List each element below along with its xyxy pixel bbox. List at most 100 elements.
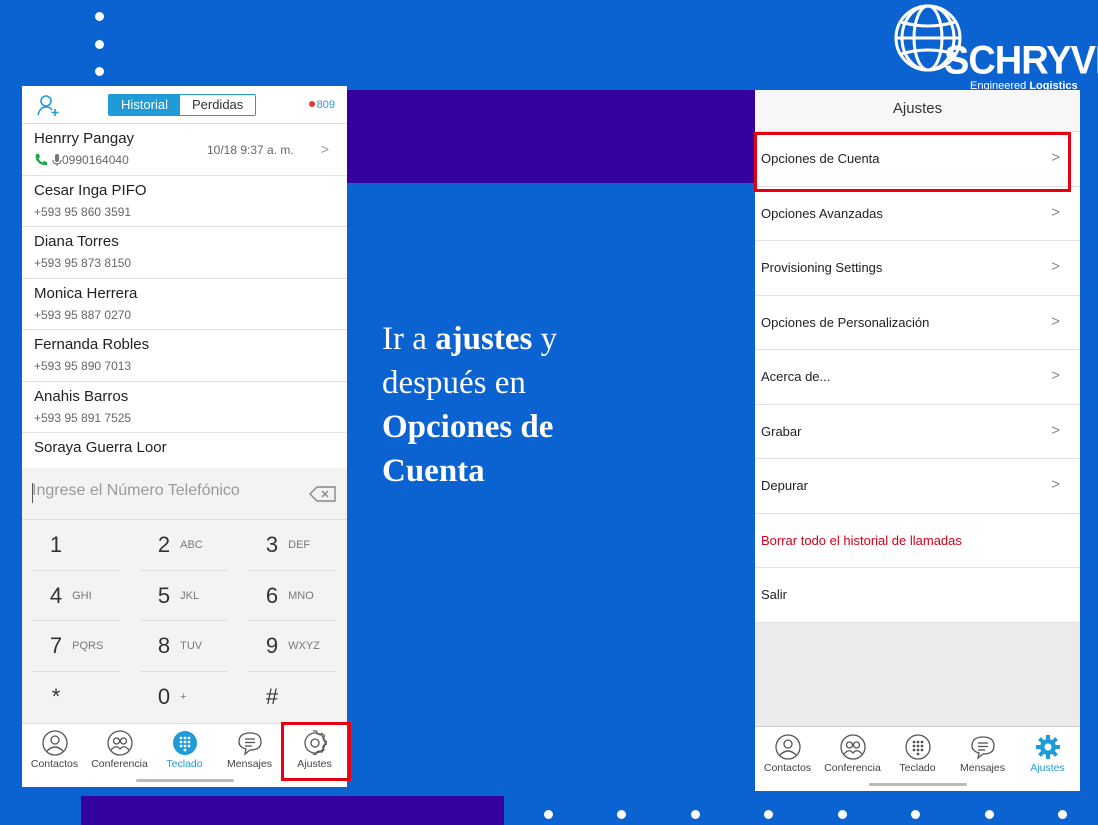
key-0[interactable]: 0 + <box>130 672 238 723</box>
decor-dot <box>764 810 773 819</box>
settings-item-acerca-de[interactable]: Acerca de... > <box>755 350 1080 405</box>
decor-dot <box>95 67 104 76</box>
call-time: 10/18 9:37 a. m. <box>207 143 294 157</box>
settings-item-personalizacion[interactable]: Opciones de Personalización > <box>755 296 1080 350</box>
settings-title: Ajustes <box>755 90 1080 132</box>
tab-mensajes[interactable]: Mensajes <box>950 727 1015 791</box>
call-history-list: Henrry Pangay 0990164040 10/18 9:37 a. m… <box>22 124 347 485</box>
call-row[interactable]: Diana Torres +593 95 873 8150 <box>22 227 347 279</box>
caller-number: +593 95 890 7013 <box>34 359 132 373</box>
key-9[interactable]: 9 WXYZ <box>238 621 346 672</box>
tab-contactos[interactable]: Contactos <box>755 727 820 791</box>
decor-dot <box>838 810 847 819</box>
chevron-right-icon: > <box>1051 476 1060 493</box>
caller-number: +593 95 873 8150 <box>34 256 132 270</box>
tab-teclado[interactable]: Teclado <box>885 727 950 791</box>
caller-name: Soraya Guerra Loor <box>34 439 167 456</box>
key-7[interactable]: 7 PQRS <box>22 621 130 672</box>
settings-item-provisioning[interactable]: Provisioning Settings > <box>755 241 1080 296</box>
key-star[interactable]: * <box>22 672 130 723</box>
chevron-right-icon: > <box>1051 421 1060 439</box>
decor-dot <box>985 810 994 819</box>
chevron-right-icon: > <box>1051 312 1060 330</box>
conference-icon <box>839 734 866 760</box>
contacts-icon <box>41 730 68 756</box>
backspace-icon[interactable] <box>309 485 337 503</box>
history-segment-control: Historial Perdidas <box>108 94 257 116</box>
caller-number: +593 95 891 7525 <box>34 410 132 425</box>
call-row[interactable]: Cesar Inga PIFO +593 95 860 3591 <box>22 176 347 227</box>
caller-name: Anahis Barros <box>34 387 129 405</box>
settings-item-depurar[interactable]: Depurar > <box>755 459 1080 514</box>
tab-ajustes[interactable]: Ajustes <box>1015 727 1080 791</box>
caller-name: Cesar Inga PIFO <box>34 181 147 199</box>
chevron-right-icon: > <box>1051 203 1060 221</box>
gear-icon <box>1035 735 1060 759</box>
settings-list: Opciones de Cuenta > Opciones Avanzadas > … <box>755 132 1080 623</box>
highlight-ajustes-tab <box>281 722 351 781</box>
tab-teclado[interactable]: Teclado <box>152 724 217 787</box>
highlight-opciones-de-cuenta <box>754 132 1071 192</box>
decor-dot <box>1058 810 1067 819</box>
settings-item-opciones-avanzadas[interactable]: Opciones Avanzadas > <box>755 187 1080 241</box>
microphone-icon <box>52 154 62 166</box>
call-row[interactable]: Anahis Barros +593 95 891 7525 <box>22 382 347 433</box>
decor-dot <box>691 810 700 819</box>
logout-button[interactable]: Salir <box>755 568 1080 623</box>
number-input-area <box>22 468 347 520</box>
messages-icon <box>970 736 995 760</box>
add-contact-icon[interactable] <box>36 93 60 117</box>
key-2[interactable]: 2 ABC <box>130 520 238 571</box>
home-indicator <box>868 783 967 786</box>
home-indicator <box>135 779 234 782</box>
purple-band-top <box>347 90 755 183</box>
dial-pad: 1 2ABC 3DEF 4GHI 5JKL 6MNO 7PQRS 8TUV 9W… <box>22 468 347 723</box>
chevron-right-icon: > <box>1051 367 1060 384</box>
caller-number: 0990164040 <box>62 153 129 167</box>
chevron-right-icon: > <box>1051 258 1060 275</box>
extension-status: 809 <box>309 99 335 111</box>
phone-settings-screen: Ajustes Opciones de Cuenta > Opciones Ava… <box>755 90 1080 791</box>
caller-name: Monica Herrera <box>34 284 138 302</box>
keypad-grid: 1 2 ABC 3 DEF 4 GHI 5 JKL 6 MNO 7 PQRS 8 TUV 9W… <box>22 520 347 722</box>
caller-number: +593 95 860 3591 <box>34 204 132 219</box>
call-icon <box>35 154 47 166</box>
caller-name: Fernanda Robles <box>34 336 150 353</box>
phone-number-input[interactable] <box>32 482 302 500</box>
key-4[interactable]: 4 GHI <box>22 571 130 622</box>
call-row[interactable]: Monica Herrera +593 95 887 0270 <box>22 279 347 330</box>
tab-mensajes[interactable]: Mensajes <box>217 724 282 787</box>
contacts-icon <box>774 734 801 760</box>
tab-contactos[interactable]: Contactos <box>22 724 87 787</box>
phone-dialer-screen: Historial Perdidas 809 Henrry Pangay 099… <box>22 86 347 787</box>
clear-history-button[interactable]: Borrar todo el historial de llamadas <box>755 514 1080 568</box>
call-row[interactable]: Henrry Pangay 0990164040 10/18 9:37 a. m… <box>22 124 347 176</box>
chevron-right-icon[interactable]: > <box>321 141 329 157</box>
key-1[interactable]: 1 <box>22 520 130 571</box>
decor-dot <box>911 810 920 819</box>
decor-dot <box>95 40 104 49</box>
tab-historial[interactable]: Historial <box>109 95 180 115</box>
tab-perdidas[interactable]: Perdidas <box>179 95 256 115</box>
keypad-icon <box>172 731 197 755</box>
decor-dot <box>544 810 553 819</box>
caller-name: Diana Torres <box>34 233 119 250</box>
key-hash[interactable]: # <box>238 672 346 723</box>
instruction-text: Ir a ajustes y después en Opciones de Cu… <box>382 321 558 489</box>
keypad-icon <box>904 734 931 760</box>
call-row[interactable]: Fernanda Robles +593 95 890 7013 <box>22 330 347 382</box>
key-5[interactable]: 5 JKL <box>130 571 238 622</box>
decor-dot <box>617 810 626 819</box>
key-3[interactable]: 3 DEF <box>238 520 346 571</box>
settings-item-grabar[interactable]: Grabar > <box>755 405 1080 459</box>
company-logo: SCHRYVER Engineered Logistics <box>892 0 1098 96</box>
messages-icon <box>237 732 262 756</box>
decor-dot <box>95 12 104 21</box>
tab-conferencia[interactable]: Conferencia <box>87 724 152 787</box>
tab-conferencia[interactable]: Conferencia <box>820 727 885 791</box>
history-topbar: Historial Perdidas 809 <box>22 86 347 124</box>
key-8[interactable]: 8 TUV <box>130 621 238 672</box>
brand-name: SCHRYVER <box>944 38 1098 84</box>
purple-band-bottom <box>81 796 504 825</box>
key-6[interactable]: 6 MNO <box>238 571 346 622</box>
